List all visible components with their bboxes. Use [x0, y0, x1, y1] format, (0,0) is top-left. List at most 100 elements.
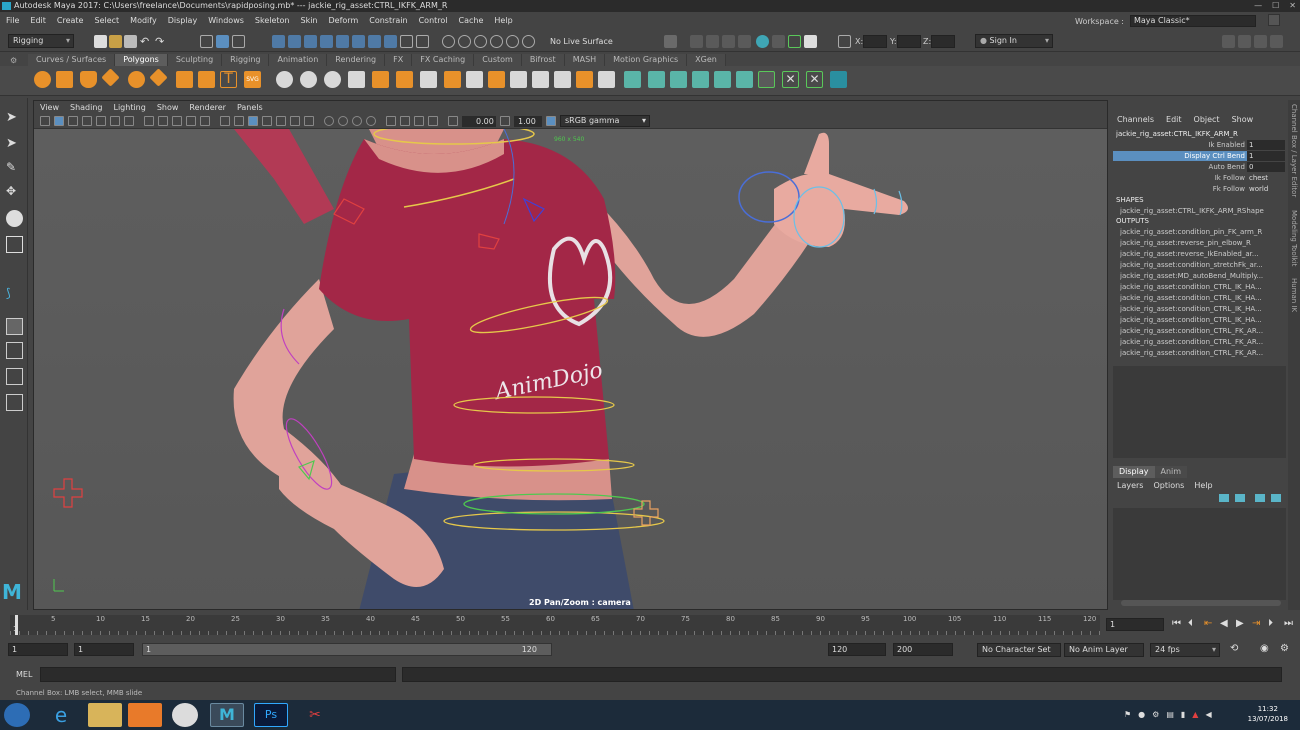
z-field[interactable] [931, 35, 955, 48]
select-component-icon[interactable] [232, 35, 245, 48]
type-tool-icon[interactable]: T [220, 71, 237, 88]
layer-tab-display[interactable]: Display [1113, 466, 1155, 478]
collapse-icon[interactable] [598, 71, 615, 88]
gate-mask-icon[interactable] [172, 116, 182, 126]
two-d-pan-zoom-icon[interactable] [96, 116, 106, 126]
highlight-selection-icon[interactable] [416, 35, 429, 48]
new-layer-icon[interactable] [1255, 494, 1265, 502]
select-object-icon[interactable] [216, 35, 229, 48]
animation-start-field[interactable]: 1 [8, 643, 68, 656]
target-weld-icon[interactable] [532, 71, 549, 88]
unfold-uv-icon[interactable]: ✕ [806, 71, 823, 88]
safe-action-icon[interactable] [200, 116, 210, 126]
command-input[interactable] [40, 667, 396, 682]
vp-menu-shading[interactable]: Shading [70, 101, 103, 114]
file-explorer-icon[interactable] [88, 703, 122, 727]
shelf-tab-fx[interactable]: FX [385, 54, 413, 66]
character-set-dropdown[interactable]: No Character Set [977, 643, 1061, 657]
network-icon[interactable]: ▤ [1166, 710, 1174, 719]
select-face-icon[interactable] [304, 35, 317, 48]
shelf-tab-curves-surfaces[interactable]: Curves / Surfaces [28, 54, 116, 66]
shelf-tab-motion-graphics[interactable]: Motion Graphics [605, 54, 688, 66]
menu-constrain[interactable]: Constrain [369, 16, 407, 25]
step-forward-frame-icon[interactable]: ⇥ [1252, 618, 1260, 629]
paint-select-icon[interactable]: ✎ [6, 160, 23, 177]
toggle-panels-icon[interactable] [804, 35, 817, 48]
workspace-lock-icon[interactable] [1268, 14, 1280, 26]
shelf-tab-rigging[interactable]: Rigging [222, 54, 270, 66]
snap-view-icon[interactable] [490, 35, 503, 48]
output-node[interactable]: jackie_rig_asset:condition_CTRL_IK_HA... [1120, 304, 1290, 314]
menu-deform[interactable]: Deform [329, 16, 359, 25]
x-field[interactable] [863, 35, 887, 48]
playback-end-field[interactable]: 120 [828, 643, 886, 656]
select-edge-icon[interactable] [288, 35, 301, 48]
undo-icon[interactable]: ↶ [140, 35, 153, 48]
snap-grid-icon[interactable] [442, 35, 455, 48]
save-scene-icon[interactable] [124, 35, 137, 48]
anti-aliasing-icon[interactable] [352, 116, 362, 126]
snap-vertex-icon[interactable] [522, 35, 535, 48]
warning-icon[interactable]: ▲ [1192, 710, 1198, 719]
spherical-uv-icon[interactable] [692, 71, 709, 88]
use-all-lights-icon[interactable] [290, 116, 300, 126]
smooth-shade-icon[interactable] [234, 116, 244, 126]
shelf-tab-xgen[interactable]: XGen [687, 54, 726, 66]
checker-icon[interactable] [758, 71, 775, 88]
render-frame-icon[interactable] [706, 35, 719, 48]
select-hierarchy-icon[interactable] [200, 35, 213, 48]
layer-menu-layers[interactable]: Layers [1117, 481, 1143, 490]
chrome-icon[interactable] [172, 703, 198, 727]
move-layer-up-icon[interactable] [1219, 494, 1229, 502]
gamma-icon[interactable] [500, 116, 510, 126]
scale-tool-icon[interactable] [6, 236, 23, 253]
select-vertex-icon[interactable] [272, 35, 285, 48]
photoshop-icon[interactable]: Ps [254, 703, 288, 727]
attr-fk-follow[interactable]: Fk Follow world [1113, 184, 1285, 194]
screen-space-ao-icon[interactable] [324, 116, 334, 126]
quad-draw-icon[interactable] [576, 71, 593, 88]
color-management-icon[interactable] [546, 116, 556, 126]
shelf-tab-rendering[interactable]: Rendering [327, 54, 386, 66]
wireframe-icon[interactable] [220, 116, 230, 126]
select-joint-icon[interactable] [352, 35, 365, 48]
gear-tray-icon[interactable]: ⚙ [1152, 710, 1159, 719]
perspective-viewport[interactable]: View Shading Lighting Show Renderer Pane… [33, 100, 1108, 610]
battery-icon[interactable]: ▮ [1181, 710, 1185, 719]
shape-node[interactable]: jackie_rig_asset:CTRL_IKFK_ARM_RShape [1120, 206, 1290, 216]
side-tab-channel-box[interactable]: Channel Box / Layer Editor [1290, 104, 1298, 197]
shelf-settings-icon[interactable]: ⚙ [10, 56, 17, 65]
internet-explorer-icon[interactable]: e [44, 703, 78, 727]
outliner-icon[interactable] [6, 394, 23, 411]
media-player-icon[interactable] [128, 703, 162, 727]
output-node[interactable]: jackie_rig_asset:condition_CTRL_IK_HA... [1120, 293, 1290, 303]
vp-menu-renderer[interactable]: Renderer [189, 101, 226, 114]
menu-modify[interactable]: Modify [130, 16, 157, 25]
anim-layer-dropdown[interactable]: No Anim Layer [1064, 643, 1144, 657]
selected-node-name[interactable]: jackie_rig_asset:CTRL_IKFK_ARM_R [1116, 129, 1286, 139]
svg-tool-icon[interactable]: SVG [244, 71, 261, 88]
render-settings-icon[interactable] [738, 35, 751, 48]
character-scene[interactable]: AnimDojo 2D Pan/Zoom : camera 960 x 540 [34, 129, 1108, 610]
mirror-icon[interactable] [372, 71, 389, 88]
bookmark-icon[interactable] [68, 116, 78, 126]
attribute-editor-icon[interactable] [1238, 35, 1251, 48]
last-tool-icon[interactable]: ⟆ [6, 286, 23, 303]
boolean-icon[interactable] [348, 71, 365, 88]
side-tab-modeling-toolkit[interactable]: Modeling Toolkit [1290, 210, 1298, 266]
smooth-icon[interactable] [324, 71, 341, 88]
uv-editor-icon[interactable] [714, 71, 731, 88]
menu-control[interactable]: Control [419, 16, 448, 25]
output-node[interactable]: jackie_rig_asset:condition_CTRL_IK_HA... [1120, 282, 1290, 292]
snap-surface-icon[interactable] [506, 35, 519, 48]
step-back-key-icon[interactable]: ⏴ [1188, 618, 1193, 629]
shadows-icon[interactable] [304, 116, 314, 126]
resolution-gate-icon[interactable] [158, 116, 168, 126]
film-gate-icon[interactable] [144, 116, 154, 126]
cb-menu-edit[interactable]: Edit [1166, 115, 1182, 124]
select-curve-icon[interactable] [368, 35, 381, 48]
extrude-icon[interactable] [396, 71, 413, 88]
output-node[interactable]: jackie_rig_asset:condition_CTRL_FK_AR... [1120, 348, 1290, 358]
wireframe-on-shaded-icon[interactable] [262, 116, 272, 126]
output-node[interactable]: jackie_rig_asset:condition_CTRL_FK_AR... [1120, 337, 1290, 347]
